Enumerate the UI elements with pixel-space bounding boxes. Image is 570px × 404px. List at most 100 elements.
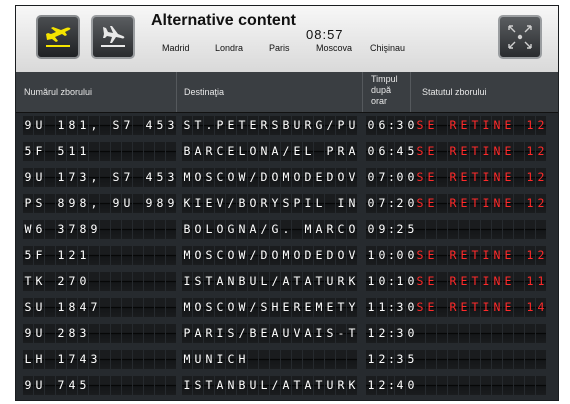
flap-char: A [248, 220, 258, 239]
flight-status-cell [415, 324, 547, 343]
flight-row: T K 2 7 0 I S T A N B U L / A T A T U R K 1 0:1 0 S E R E T I N E 1 1 [16, 269, 558, 295]
flap-char: E [226, 142, 236, 161]
flap-char: 1 [366, 324, 376, 343]
flap-char [133, 246, 143, 265]
flap-char: R [292, 298, 302, 317]
flap-char: A [270, 142, 280, 161]
flap-char [437, 194, 447, 213]
flight-board: Alternative content 08:57 Madrid Londra … [15, 5, 559, 401]
flap-char: I [481, 246, 491, 265]
flap-char [45, 272, 55, 291]
flap-char: O [248, 194, 258, 213]
flap-char: B [237, 194, 247, 213]
flap-char: 1 [366, 272, 376, 291]
flap-char: 9 [89, 220, 99, 239]
flap-char: 8 [78, 194, 88, 213]
flap-char [100, 116, 110, 135]
flap-char [314, 350, 324, 369]
flap-char [481, 220, 491, 239]
flap-char: 7 [122, 168, 132, 187]
col-time-line-3: orar [371, 96, 388, 106]
flap-char [470, 220, 480, 239]
flap-char: L [303, 142, 313, 161]
flap-char: N [492, 142, 502, 161]
flight-row: 9 U 1 7 3, S 7 4 5 3 M O S C O W / D O M O D E D O V 0 7:0 0 S E R E T I N E… [16, 165, 558, 191]
city-londra[interactable]: Londra [215, 43, 243, 53]
scheduled-time-cell: 09:25 [366, 220, 417, 239]
flap-char [133, 168, 143, 187]
flap-char [133, 350, 143, 369]
flap-char: : [388, 142, 395, 161]
flight-row: P S 8 9 8, 9 U 9 8 9 K I E V / B O R Y S P I L I N 0 7:2 0 S E R E T I N E 1… [16, 191, 558, 217]
flap-char: 9 [67, 194, 77, 213]
flap-char: 2 [377, 376, 387, 395]
flight-row: 9 U 2 8 3 P A R I S / B E A U V A I S - T 1 2:3 0 [16, 321, 558, 347]
flap-char [415, 376, 425, 395]
flap-char: 4 [395, 142, 405, 161]
flight-status-cell [415, 220, 547, 239]
flight-number-cell: 9U181,S7453 [23, 116, 177, 135]
destination-cell: K I E V / B O R Y S P I L I N [182, 194, 358, 213]
flap-char: C [215, 298, 225, 317]
col-divider [362, 72, 363, 112]
flap-char: 8 [67, 116, 77, 135]
flap-char: S [415, 194, 425, 213]
flap-char: 9 [23, 116, 33, 135]
flap-char: 7 [89, 298, 99, 317]
city-chisinau[interactable]: Chişinau [370, 43, 405, 53]
city-moscova[interactable]: Moscova [316, 43, 352, 53]
flap-char: 1 [78, 116, 88, 135]
flap-char: E [459, 272, 469, 291]
flap-char: 3 [395, 350, 405, 369]
flap-char [248, 350, 258, 369]
flap-char: N [492, 194, 502, 213]
flap-char: E [459, 298, 469, 317]
flap-char [166, 376, 176, 395]
flap-char: 1 [525, 194, 535, 213]
flap-char: O [292, 246, 302, 265]
flap-char [155, 220, 165, 239]
fullscreen-button[interactable] [498, 15, 542, 59]
flight-row: 5 F 1 2 1 M O S C O W / D O M O D E D O V 1 0:0 0 S E R E T I N E 1 2 [16, 243, 558, 269]
flap-char: , [89, 116, 99, 135]
flap-char: U [292, 116, 302, 135]
flap-char: F [34, 142, 44, 161]
col-flight-number: Numărul zborului [24, 87, 93, 97]
departures-button[interactable] [36, 15, 80, 59]
flap-char [122, 350, 132, 369]
flap-char [100, 194, 110, 213]
flap-char: E [314, 246, 324, 265]
city-paris[interactable]: Paris [269, 43, 290, 53]
destination-cell: S T. P E T E R S B U R G / P U [182, 116, 358, 135]
flap-char: N [204, 350, 214, 369]
flap-char: K [347, 272, 357, 291]
flap-char: I [193, 194, 203, 213]
flap-char: R [448, 194, 458, 213]
flap-char: P [292, 194, 302, 213]
arrivals-button[interactable] [91, 15, 135, 59]
flap-char: M [182, 168, 192, 187]
flap-char: R [448, 116, 458, 135]
flap-char [166, 298, 176, 317]
flight-status-cell [415, 376, 547, 395]
flap-char: L [204, 220, 214, 239]
flap-char: T [314, 272, 324, 291]
flap-char [100, 220, 110, 239]
flap-char [155, 246, 165, 265]
flap-char: R [336, 272, 346, 291]
city-madrid[interactable]: Madrid [162, 43, 190, 53]
flap-char [492, 324, 502, 343]
scheduled-time-cell: 07:20 [366, 194, 417, 213]
board-header: Alternative content 08:57 Madrid Londra … [16, 6, 558, 73]
flap-char: C [226, 350, 236, 369]
flap-char: S [193, 376, 203, 395]
flap-char: I [481, 272, 491, 291]
flap-char [133, 220, 143, 239]
flap-char: N [226, 272, 236, 291]
flap-char [144, 298, 154, 317]
flap-char: 3 [56, 220, 66, 239]
flap-char [111, 246, 121, 265]
flap-char: 1 [56, 350, 66, 369]
flap-char [122, 376, 132, 395]
flap-char [155, 142, 165, 161]
